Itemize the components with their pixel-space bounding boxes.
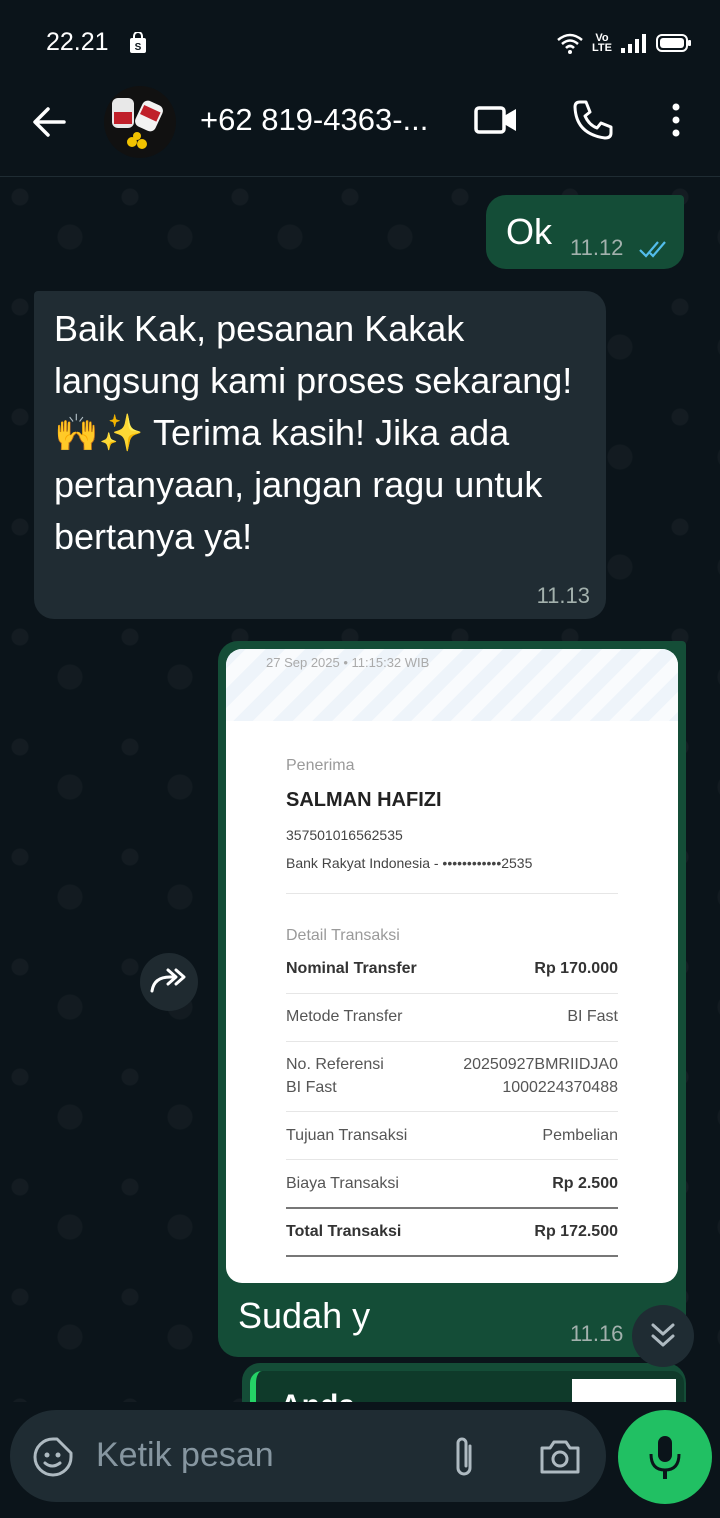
transfer-receipt-image[interactable]: 27 Sep 2025 • 11:15:32 WIB Penerima SALM… (226, 649, 678, 1283)
row-value-2: 1000224370488 (502, 1079, 618, 1096)
divider (286, 1207, 618, 1209)
row-value: BI Fast (567, 1008, 618, 1025)
recipient-label: Penerima (286, 757, 355, 774)
row-label: Total Transaksi (286, 1223, 402, 1240)
bank-name: Bank Rakyat Indonesia - ••••••••••••2535 (286, 855, 533, 871)
row-value: Pembelian (542, 1127, 618, 1144)
microphone-icon (649, 1436, 681, 1479)
chat-header: +62 819-4363-... (0, 84, 720, 177)
message-input-bar: Ketik pesan (0, 1402, 720, 1518)
message-bubble-outgoing[interactable]: Ok 11.12 (486, 195, 684, 269)
camera-icon[interactable] (538, 1436, 582, 1476)
battery-icon (656, 34, 691, 52)
receipt-timestamp: 27 Sep 2025 • 11:15:32 WIB (266, 655, 430, 670)
attachment-icon[interactable] (446, 1434, 482, 1480)
image-caption: Sudah y (238, 1295, 371, 1336)
row-value: Rp 170.000 (534, 960, 618, 977)
row-label: Tujuan Transaksi (286, 1127, 408, 1144)
row-label: Biaya Transaksi (286, 1175, 399, 1192)
quoted-message[interactable]: Anda (250, 1371, 684, 1402)
double-check-icon (639, 241, 666, 258)
message-bubble-incoming[interactable]: Baik Kak, pesanan Kakak langsung kami pr… (34, 291, 606, 619)
message-input[interactable]: Ketik pesan (10, 1410, 606, 1502)
double-chevron-down-icon (651, 1323, 675, 1347)
row-value: Rp 2.500 (552, 1175, 618, 1192)
row-label: Metode Transfer (286, 1008, 403, 1025)
status-time: 22.21 (46, 28, 109, 56)
more-options-icon[interactable] (664, 98, 688, 142)
recipient-name: SALMAN HAFIZI (286, 789, 442, 811)
back-arrow-icon[interactable] (28, 100, 72, 144)
forward-button[interactable] (140, 953, 198, 1011)
row-value: Rp 172.500 (534, 1223, 618, 1240)
avatar[interactable] (104, 86, 176, 158)
message-text: Ok (506, 211, 553, 252)
divider (286, 993, 618, 994)
detail-label: Detail Transaksi (286, 927, 400, 944)
chat-area[interactable]: Ok 11.12 Baik Kak, pesanan Kakak langsun… (0, 177, 720, 1402)
message-text: Baik Kak, pesanan Kakak langsung kami pr… (54, 308, 573, 557)
message-bubble-outgoing[interactable]: Anda (242, 1363, 686, 1402)
row-label: No. Referensi (286, 1056, 384, 1073)
forward-icon (150, 968, 186, 993)
divider (286, 1111, 618, 1112)
product-bottles-icon (112, 98, 163, 149)
wifi-icon (557, 33, 583, 54)
message-time: 11.16 (570, 1321, 624, 1346)
message-bubble-image[interactable]: 27 Sep 2025 • 11:15:32 WIB Penerima SALM… (218, 641, 686, 1357)
quoted-text: Anda (280, 1389, 355, 1402)
phone-icon[interactable] (570, 98, 614, 142)
quoted-thumbnail (572, 1379, 676, 1402)
row-label-2: BI Fast (286, 1079, 337, 1096)
svg-text:S: S (135, 42, 142, 53)
divider (286, 1255, 618, 1257)
account-number: 357501016562535 (286, 827, 403, 843)
input-placeholder[interactable]: Ketik pesan (96, 1436, 274, 1475)
signal-icon (621, 34, 646, 53)
shopping-bag-icon: S (130, 32, 146, 53)
volte-indicator: Vo LTE (592, 32, 612, 54)
message-time: 11.12 (570, 235, 624, 260)
row-label: Nominal Transfer (286, 960, 417, 977)
divider (286, 893, 618, 894)
row-value: 20250927BMRIIDJA0 (463, 1056, 618, 1073)
status-bar: 22.21 S Vo LTE (0, 0, 720, 84)
divider (286, 1159, 618, 1160)
contact-name[interactable]: +62 819-4363-... (200, 102, 428, 138)
sticker-emoji-icon[interactable] (32, 1436, 74, 1478)
video-call-icon[interactable] (472, 100, 520, 140)
scroll-to-bottom-button[interactable] (632, 1305, 694, 1367)
voice-message-button[interactable] (618, 1410, 712, 1504)
message-time: 11.13 (536, 583, 590, 608)
divider (286, 1041, 618, 1042)
